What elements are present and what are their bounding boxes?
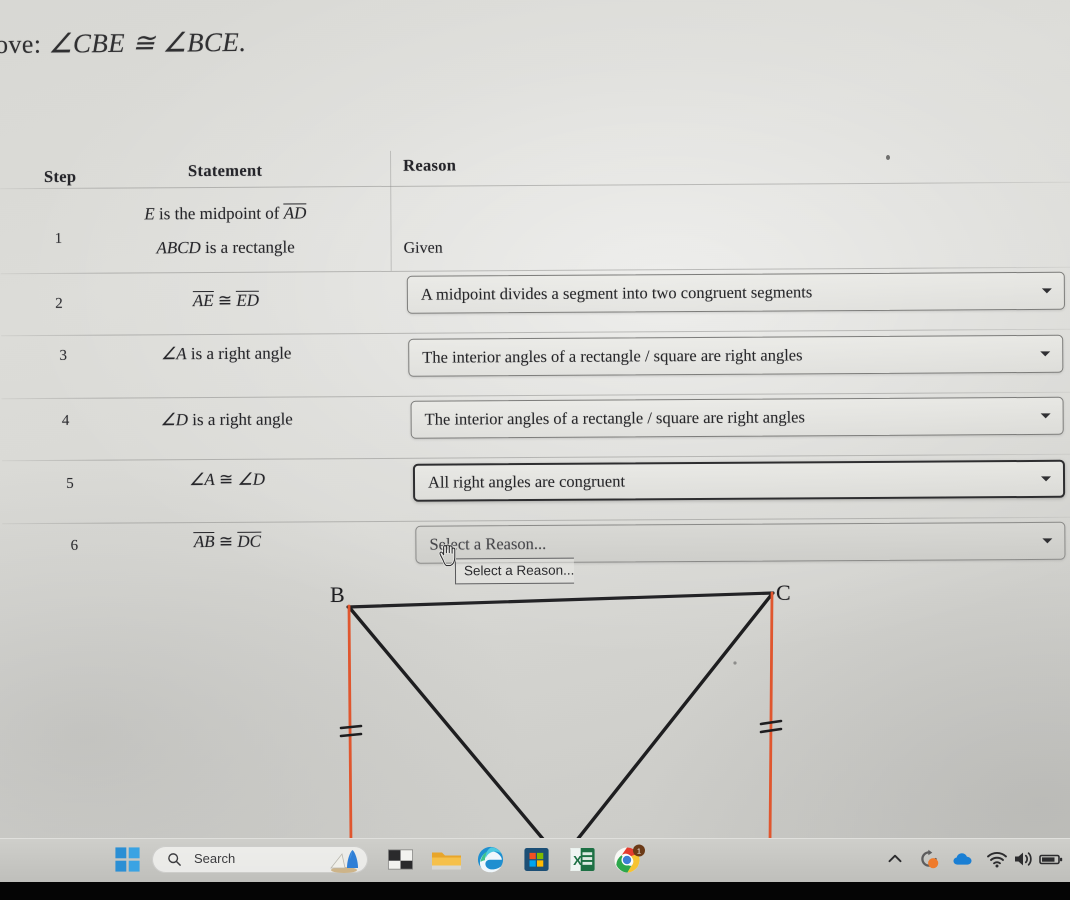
angle-d: ∠D	[160, 410, 189, 430]
windows-taskbar: Search X 1	[0, 838, 1070, 882]
statement-row-2: AE ≅ ED	[61, 290, 391, 312]
statement-row-4: ∠D is a right angle	[62, 409, 392, 431]
segment-ed: ED	[236, 290, 260, 310]
statement-text: is a right angle	[186, 343, 292, 364]
reason-dropdown-row-2[interactable]: A midpoint divides a segment into two co…	[406, 271, 1065, 314]
wifi-icon[interactable]	[986, 848, 1008, 870]
vertex-label-c: C	[776, 580, 791, 605]
reason-dropdown-row-5[interactable]: All right angles are congruent	[412, 459, 1066, 502]
angle-a: ∠A	[160, 344, 187, 364]
congruent-symbol: ≅	[213, 290, 237, 310]
statement-text: is the midpoint of	[154, 203, 284, 224]
search-placeholder: Search	[194, 851, 236, 866]
segment-dc: DC	[237, 531, 262, 551]
congruent-symbol: ≅	[214, 531, 238, 551]
chevron-down-icon	[1041, 476, 1052, 482]
rectangle-abcd: ABCD	[156, 238, 201, 258]
chevron-down-icon	[1042, 538, 1053, 544]
chrome-notification-badge: 1	[637, 846, 641, 855]
screen-bezel-strip	[0, 882, 1070, 900]
reason-dropdown-row-4[interactable]: The interior angles of a rectangle / squ…	[410, 396, 1064, 439]
sync-icon[interactable]	[918, 848, 940, 870]
dropdown-option-select-a-reason[interactable]: Select a Reason...	[455, 557, 574, 585]
prove-prefix-label: rove:	[0, 29, 42, 60]
reason-dropdown-row-3[interactable]: The interior angles of a rectangle / squ…	[408, 334, 1064, 377]
chevron-down-icon	[1040, 351, 1051, 357]
volume-icon[interactable]	[1012, 848, 1034, 870]
reason-dropdown-row-6-placeholder: Select a Reason...	[429, 533, 547, 554]
excel-icon[interactable]: X	[568, 845, 597, 874]
battery-icon[interactable]	[1038, 848, 1064, 870]
edge-icon[interactable]	[476, 845, 505, 874]
screenshot-root: rove: ∠CBE ≅ ∠BCE. Step Statement Reason…	[0, 0, 1070, 900]
file-explorer-icon[interactable]	[386, 845, 415, 874]
chrome-icon[interactable]: 1	[612, 843, 646, 877]
statement-row-1b: ABCD is a rectangle	[61, 237, 391, 259]
column-header-reason: Reason	[403, 155, 457, 175]
onedrive-cloud-icon[interactable]	[952, 848, 974, 870]
segment-ad: AD	[283, 203, 307, 223]
reason-dropdown-open-list[interactable]: Select a Reason...	[454, 557, 574, 585]
svg-text:X: X	[573, 853, 582, 868]
statement-row-6: AB ≅ DC	[62, 531, 392, 553]
chevron-down-icon	[1041, 288, 1052, 294]
reason-dropdown-row-2-value: A midpoint divides a segment into two co…	[420, 282, 813, 304]
statement-point-e: E	[144, 204, 155, 224]
congruent-symbol: ≅	[214, 469, 238, 489]
statement-text: is a right angle	[187, 409, 293, 430]
prove-expression: ∠CBE ≅ ∠BCE.	[48, 26, 247, 59]
start-icon[interactable]	[113, 845, 142, 874]
reason-dropdown-row-3-value: The interior angles of a rectangle / squ…	[422, 345, 803, 367]
column-header-statement: Statement	[187, 160, 263, 181]
prove-statement: rove: ∠CBE ≅ ∠BCE.	[0, 27, 247, 60]
statement-row-5: ∠A ≅ ∠D	[62, 469, 392, 491]
reason-dropdown-row-4-value: The interior angles of a rectangle / squ…	[424, 407, 805, 429]
search-icon	[168, 853, 181, 866]
vertex-label-b: B	[330, 582, 345, 607]
reason-dropdown-row-5-value: All right angles are congruent	[427, 471, 626, 492]
folder-icon[interactable]	[430, 845, 463, 874]
statement-row-3: ∠A is a right angle	[61, 343, 391, 365]
segment-ae: AE	[192, 290, 214, 311]
chevron-down-icon	[1040, 413, 1051, 419]
segment-ab: AB	[193, 531, 215, 552]
statement-text: is a rectangle	[200, 237, 295, 258]
statement-row-1: E is the midpoint of AD	[60, 203, 390, 225]
microsoft-store-icon[interactable]	[522, 845, 551, 874]
angle-a: ∠A	[188, 469, 215, 490]
dust-speck	[886, 155, 890, 160]
reason-given-static: Given	[403, 239, 443, 257]
show-hidden-icons-chevron[interactable]	[884, 848, 906, 870]
widgets-weather-icon[interactable]	[325, 845, 367, 874]
angle-d: ∠D	[237, 469, 266, 489]
